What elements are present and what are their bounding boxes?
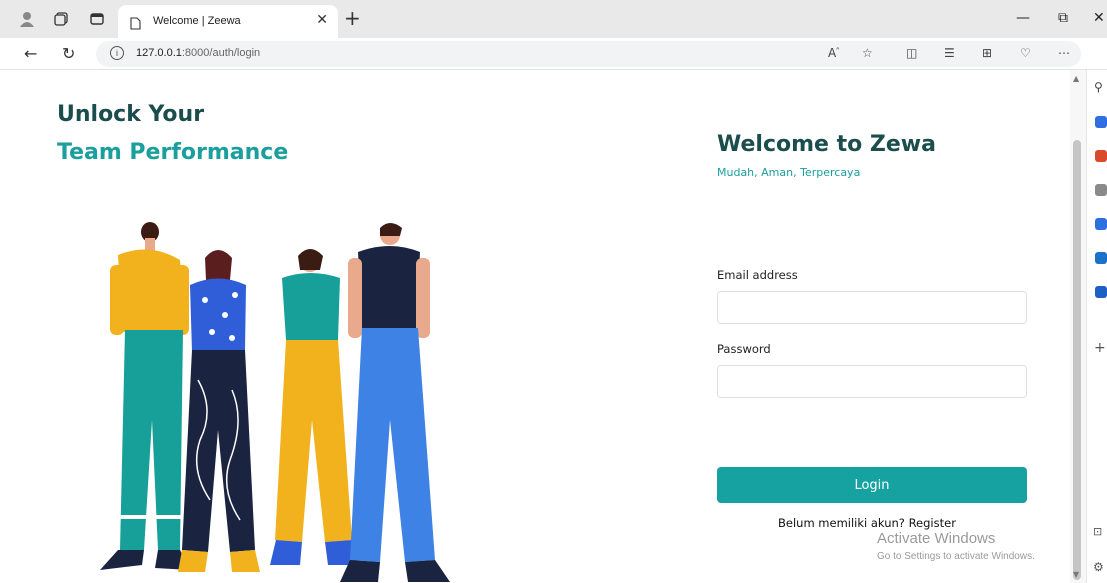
page-icon (130, 15, 141, 34)
sidebar-copilot-icon[interactable] (1095, 116, 1107, 128)
active-tab[interactable]: Welcome | Zeewa ✕ (118, 5, 338, 38)
welcome-title: Welcome to Zewa (717, 132, 936, 157)
scroll-thumb[interactable] (1073, 140, 1081, 580)
profile-icon[interactable] (18, 10, 36, 28)
sidebar-settings-icon[interactable]: ⚙ (1093, 560, 1104, 574)
sidebar-shopping-icon[interactable] (1095, 150, 1107, 162)
scroll-up-icon[interactable]: ▲ (1073, 74, 1079, 83)
email-field[interactable] (717, 291, 1027, 324)
browser-tab-bar: Welcome | Zeewa ✕ + — ⧉ ✕ (0, 0, 1107, 38)
team-illustration (100, 222, 450, 582)
sidebar-search-icon[interactable]: ⚲ (1094, 80, 1103, 94)
activate-windows-subtitle: Go to Settings to activate Windows. (877, 551, 1035, 562)
collections-icon[interactable] (52, 10, 70, 28)
back-icon[interactable]: ← (24, 44, 37, 63)
tab-actions-icon[interactable] (88, 10, 106, 28)
email-label: Email address (717, 268, 798, 282)
refresh-icon[interactable]: ↻ (62, 44, 75, 63)
page-scrollbar[interactable]: ▲ ▼ (1070, 70, 1086, 583)
window-close-icon[interactable]: ✕ (1093, 10, 1105, 26)
close-tab-icon[interactable]: ✕ (316, 12, 328, 28)
favorite-star-icon[interactable]: ☆ (862, 46, 873, 60)
sidebar-add-icon[interactable]: + (1094, 340, 1106, 356)
sidebar-drop-icon[interactable] (1095, 286, 1107, 298)
sidebar-tools-icon[interactable] (1095, 184, 1107, 196)
new-tab-icon[interactable]: + (344, 8, 361, 28)
split-screen-icon[interactable]: ◫ (906, 46, 917, 60)
login-button[interactable]: Login (717, 467, 1027, 503)
edge-sidebar: ⚲ + ⊡ ⚙ (1086, 70, 1107, 583)
tagline: Mudah, Aman, Terpercaya (717, 166, 861, 179)
hero-title-line1: Unlock Your (57, 102, 205, 127)
register-link[interactable]: Belum memiliki akun? Register (778, 516, 956, 530)
scroll-down-icon[interactable]: ▼ (1073, 570, 1079, 579)
sidebar-office-icon[interactable] (1095, 218, 1107, 230)
restore-icon[interactable]: ⧉ (1058, 10, 1068, 26)
hero-title-line2: Team Performance (57, 140, 289, 165)
password-field[interactable] (717, 365, 1027, 398)
performance-icon[interactable]: ♡ (1020, 46, 1031, 60)
sidebar-outlook-icon[interactable] (1095, 252, 1107, 264)
password-label: Password (717, 342, 771, 356)
site-info-icon[interactable]: i (110, 46, 124, 60)
sidebar-hide-icon[interactable]: ⊡ (1093, 525, 1102, 538)
url-text: 127.0.0.1:8000/auth/login (136, 47, 261, 59)
tab-title: Welcome | Zeewa (153, 15, 241, 27)
favorites-icon[interactable]: ☰ (944, 46, 955, 60)
page-content: Unlock Your Team Performance Welcome to … (0, 70, 1070, 583)
url-field[interactable]: i 127.0.0.1:8000/auth/login (96, 41, 1081, 67)
activate-windows-title: Activate Windows (877, 530, 996, 547)
more-menu-icon[interactable]: ⋯ (1058, 46, 1070, 60)
minimize-icon[interactable]: — (1016, 10, 1030, 26)
collections-add-icon[interactable]: ⊞ (982, 46, 992, 60)
address-bar: ← ↻ i 127.0.0.1:8000/auth/login Aᴬ ☆ ◫ ☰… (0, 38, 1107, 70)
read-aloud-icon[interactable]: Aᴬ (828, 46, 839, 60)
